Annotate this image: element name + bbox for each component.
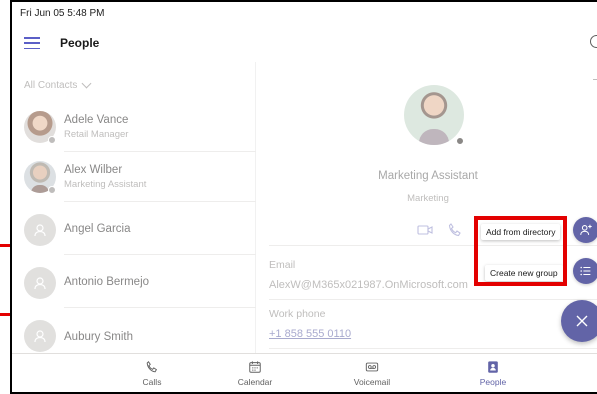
presence-status-icon	[455, 136, 465, 146]
contacts-filter-label: All Contacts	[24, 80, 78, 91]
nav-label: Calendar	[237, 377, 273, 387]
nav-item-voicemail[interactable]: Voicemail	[332, 360, 412, 387]
voicemail-icon	[365, 362, 379, 372]
work-phone-link[interactable]: +1 858 555 0110	[269, 328, 351, 340]
contact-list-pane: All Contacts Adele Vance Retail Manager …	[12, 62, 256, 357]
contact-item-angel-garcia[interactable]: Angel Garcia	[12, 205, 256, 255]
contact-detail-role: Marketing Assistant	[378, 170, 478, 182]
search-icon[interactable]	[590, 35, 597, 48]
contact-name: Angel Garcia	[64, 223, 131, 235]
people-icon	[488, 361, 498, 373]
chevron-down-icon	[81, 78, 92, 89]
contact-item-antonio-bermejo[interactable]: Antonio Bermejo	[12, 258, 256, 308]
app-header: People	[12, 24, 597, 62]
close-icon	[576, 315, 588, 327]
contact-name: Alex Wilber	[64, 164, 123, 176]
create-group-button[interactable]	[573, 258, 597, 284]
contact-role: Retail Manager	[64, 129, 129, 140]
status-bar: Fri Jun 05 5:48 PM	[12, 2, 597, 24]
audio-call-icon[interactable]	[447, 222, 463, 238]
nav-label: Voicemail	[353, 377, 391, 387]
contact-name: Adele Vance	[64, 114, 129, 126]
page-title: People	[60, 36, 100, 50]
presence-status-icon	[48, 136, 56, 144]
work-phone-label: Work phone	[269, 308, 326, 320]
list-icon	[580, 266, 591, 276]
hamburger-menu-icon[interactable]	[24, 37, 40, 49]
contact-item-alex-wilber[interactable]: Alex Wilber Marketing Assistant	[12, 152, 256, 202]
scroll-indicator	[593, 79, 597, 80]
contact-avatar-large	[404, 85, 464, 145]
contacts-filter-dropdown[interactable]: All Contacts	[24, 78, 92, 91]
create-new-group-option[interactable]: Create new group	[485, 265, 563, 281]
nav-label: People	[479, 377, 507, 387]
avatar-placeholder-icon	[24, 214, 56, 246]
bottom-navigation: Calls Calendar Voicemail People	[12, 353, 597, 392]
close-menu-button[interactable]	[561, 300, 597, 342]
avatar-placeholder-icon	[24, 320, 56, 352]
phone-icon	[146, 360, 158, 373]
status-datetime: Fri Jun 05 5:48 PM	[20, 8, 105, 19]
nav-item-people[interactable]: People	[453, 360, 533, 387]
avatar-placeholder-icon	[24, 267, 56, 299]
email-label: Email	[269, 259, 296, 271]
calendar-icon	[249, 361, 261, 373]
presence-status-icon	[48, 186, 56, 194]
add-from-directory-option[interactable]: Add from directory	[481, 224, 561, 240]
nav-item-calls[interactable]: Calls	[112, 360, 192, 387]
nav-item-calendar[interactable]: Calendar	[215, 360, 295, 387]
email-value[interactable]: AlexW@M365x021987.OnMicrosoft.com	[269, 279, 468, 291]
video-call-icon[interactable]	[417, 222, 433, 238]
contact-role: Marketing Assistant	[64, 179, 147, 190]
contact-name: Antonio Bermejo	[64, 276, 150, 288]
contact-detail-pane: Marketing Assistant Marketing Email Alex…	[257, 62, 597, 357]
nav-label: Calls	[142, 377, 162, 387]
add-person-icon	[580, 224, 592, 235]
add-contact-button[interactable]	[573, 217, 597, 243]
contact-item-adele-vance[interactable]: Adele Vance Retail Manager	[12, 102, 256, 152]
contact-detail-department: Marketing	[407, 193, 449, 204]
contact-name: Aubury Smith	[64, 331, 134, 343]
device-screen: Fri Jun 05 5:48 PM People All Contacts A…	[10, 0, 597, 394]
